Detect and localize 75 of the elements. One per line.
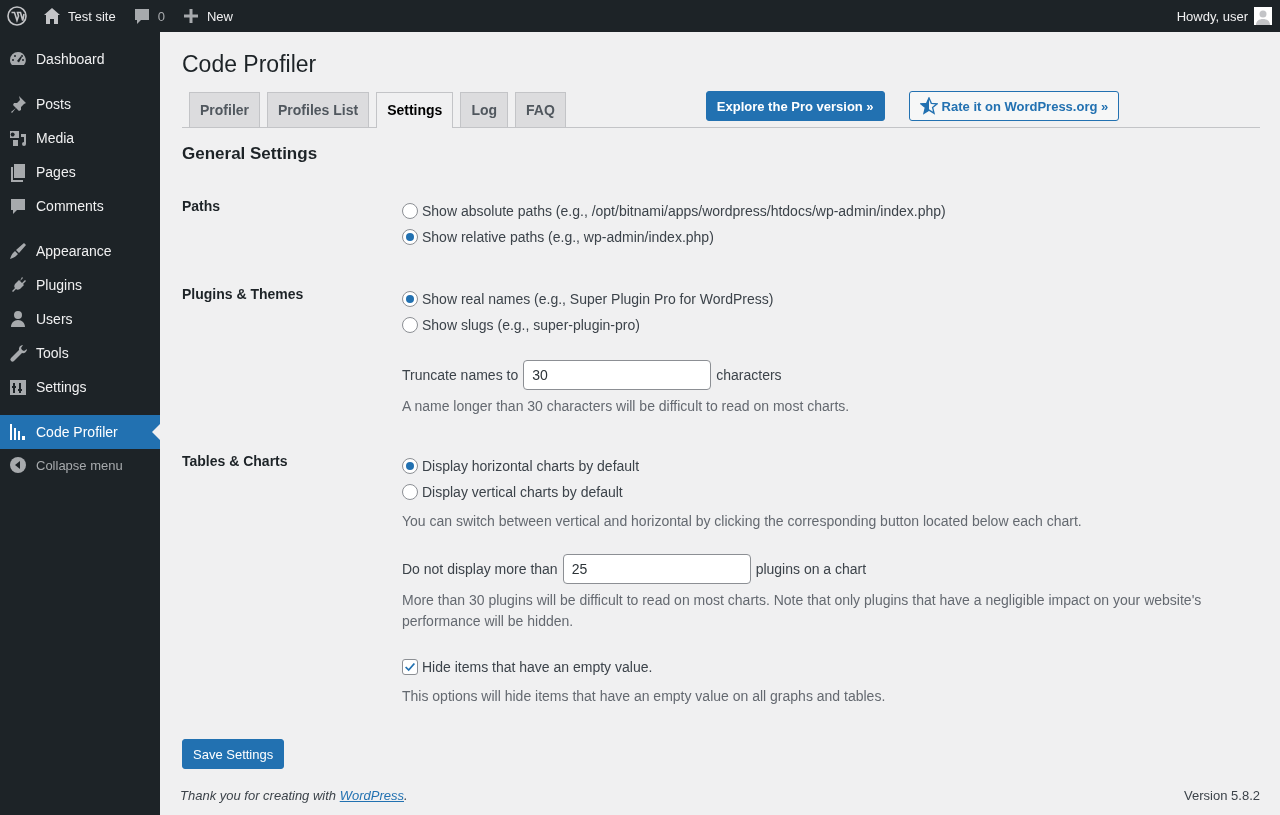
pages-icon <box>8 162 28 182</box>
wordpress-link[interactable]: WordPress <box>339 788 404 803</box>
sidebar-item[interactable]: Appearance <box>0 234 160 268</box>
wrench-icon <box>8 343 28 363</box>
sidebar-item[interactable]: Users <box>0 302 160 336</box>
sidebar-item[interactable]: Dashboard <box>0 42 160 76</box>
new-link[interactable]: New <box>172 6 241 26</box>
wordpress-logo-icon[interactable] <box>7 6 27 26</box>
radio-option[interactable]: Display horizontal charts by default <box>402 453 1222 479</box>
radio-option[interactable]: Show real names (e.g., Super Plugin Pro for WordPress) <box>402 286 850 312</box>
option-label: Show real names (e.g., Super Plugin Pro for WordPress) <box>422 291 774 307</box>
radio-option[interactable]: Show slugs (e.g., super-plugin-pro) <box>402 312 850 338</box>
help-text: You can switch between vertical and horizontal by clicking the corresponding button located below each chart. <box>402 512 1083 531</box>
help-text: A name longer than 30 characters will be difficult to read on most charts. <box>402 397 850 416</box>
setting-label: Plugins & Themes <box>182 285 305 304</box>
radio-button[interactable] <box>402 229 418 245</box>
checkbox[interactable] <box>402 659 418 675</box>
sidebar-item[interactable]: Tools <box>0 336 160 370</box>
comments-link[interactable]: 0 <box>123 6 173 26</box>
option-label: Display horizontal charts by default <box>422 458 640 474</box>
tab[interactable]: Log <box>460 92 509 127</box>
number-field[interactable]: 25 <box>562 554 751 584</box>
sidebar-item[interactable]: Code Profiler <box>0 415 160 449</box>
star-icon <box>919 97 938 115</box>
media-icon <box>8 128 28 148</box>
pro-version-button[interactable]: Explore the Pro version » <box>705 91 885 121</box>
option-label: Show slugs (e.g., super-plugin-pro) <box>422 317 640 333</box>
section-heading: General Settings <box>182 144 319 164</box>
tab[interactable]: Profiles List <box>267 92 370 127</box>
field-label: Truncate names to <box>402 367 519 383</box>
tab[interactable]: Settings <box>376 92 454 128</box>
save-settings-button[interactable]: Save Settings <box>182 739 285 769</box>
speech-bubble-icon <box>8 196 28 216</box>
field-label: characters <box>716 367 782 383</box>
sidebar-item[interactable]: Settings <box>0 370 160 404</box>
collapse-menu-button[interactable]: Collapse menu <box>0 449 160 481</box>
radio-option[interactable]: Display vertical charts by default <box>402 479 1222 505</box>
sidebar-item[interactable]: Media <box>0 121 160 155</box>
radio-button[interactable] <box>402 317 418 333</box>
site-link[interactable]: Test site <box>34 6 124 26</box>
option-label: Show relative paths (e.g., wp-admin/index.php) <box>422 229 714 245</box>
tab[interactable]: Profiler <box>189 92 260 127</box>
collapse-icon <box>8 455 28 475</box>
number-field[interactable]: 30 <box>523 360 712 390</box>
help-text: More than 30 plugins will be difficult to read on most charts. Note that only plugins that have a negligible impact on your website's performance will be hidden. <box>402 591 1203 631</box>
bar-chart-icon <box>8 422 28 442</box>
sliders-icon <box>8 377 28 397</box>
person-icon <box>8 309 28 329</box>
rate-button[interactable]: Rate it on WordPress.org » <box>908 91 1120 121</box>
page-title: Code Profiler <box>182 51 318 78</box>
radio-option[interactable]: Show absolute paths (e.g., /opt/bitnami/apps/wordpress/htdocs/wp-admin/index.php) <box>402 198 946 224</box>
paintbrush-icon <box>8 241 28 261</box>
checkbox-option[interactable]: Hide items that have an empty value. <box>402 654 1222 680</box>
setting-label: Tables & Charts <box>182 452 289 471</box>
sidebar-item[interactable]: Posts <box>0 87 160 121</box>
sidebar-item[interactable]: Plugins <box>0 268 160 302</box>
tab[interactable]: FAQ <box>515 92 566 127</box>
help-text: This options will hide items that have an empty value on all graphs and tables. <box>402 687 887 706</box>
sidebar-item[interactable]: Pages <box>0 155 160 189</box>
field-label: plugins on a chart <box>755 561 867 577</box>
radio-button[interactable] <box>402 484 418 500</box>
option-label: Display vertical charts by default <box>422 484 623 500</box>
setting-label: Paths <box>182 197 222 216</box>
radio-button[interactable] <box>402 203 418 219</box>
version-text: Version 5.8.2 <box>1184 788 1260 803</box>
option-label: Show absolute paths (e.g., /opt/bitnami/apps/wordpress/htdocs/wp-admin/index.php) <box>422 203 946 219</box>
radio-button[interactable] <box>402 291 418 307</box>
radio-button[interactable] <box>402 458 418 474</box>
sidebar-item[interactable]: Comments <box>0 189 160 223</box>
radio-option[interactable]: Show relative paths (e.g., wp-admin/index.php) <box>402 224 946 250</box>
greeting[interactable]: Howdy, user <box>1176 8 1248 24</box>
option-label: Hide items that have an empty value. <box>422 659 653 675</box>
home-icon <box>42 6 62 26</box>
field-label: Do not display more than <box>402 561 558 577</box>
footer-text: Thank you for creating with WordPress. <box>180 788 408 803</box>
